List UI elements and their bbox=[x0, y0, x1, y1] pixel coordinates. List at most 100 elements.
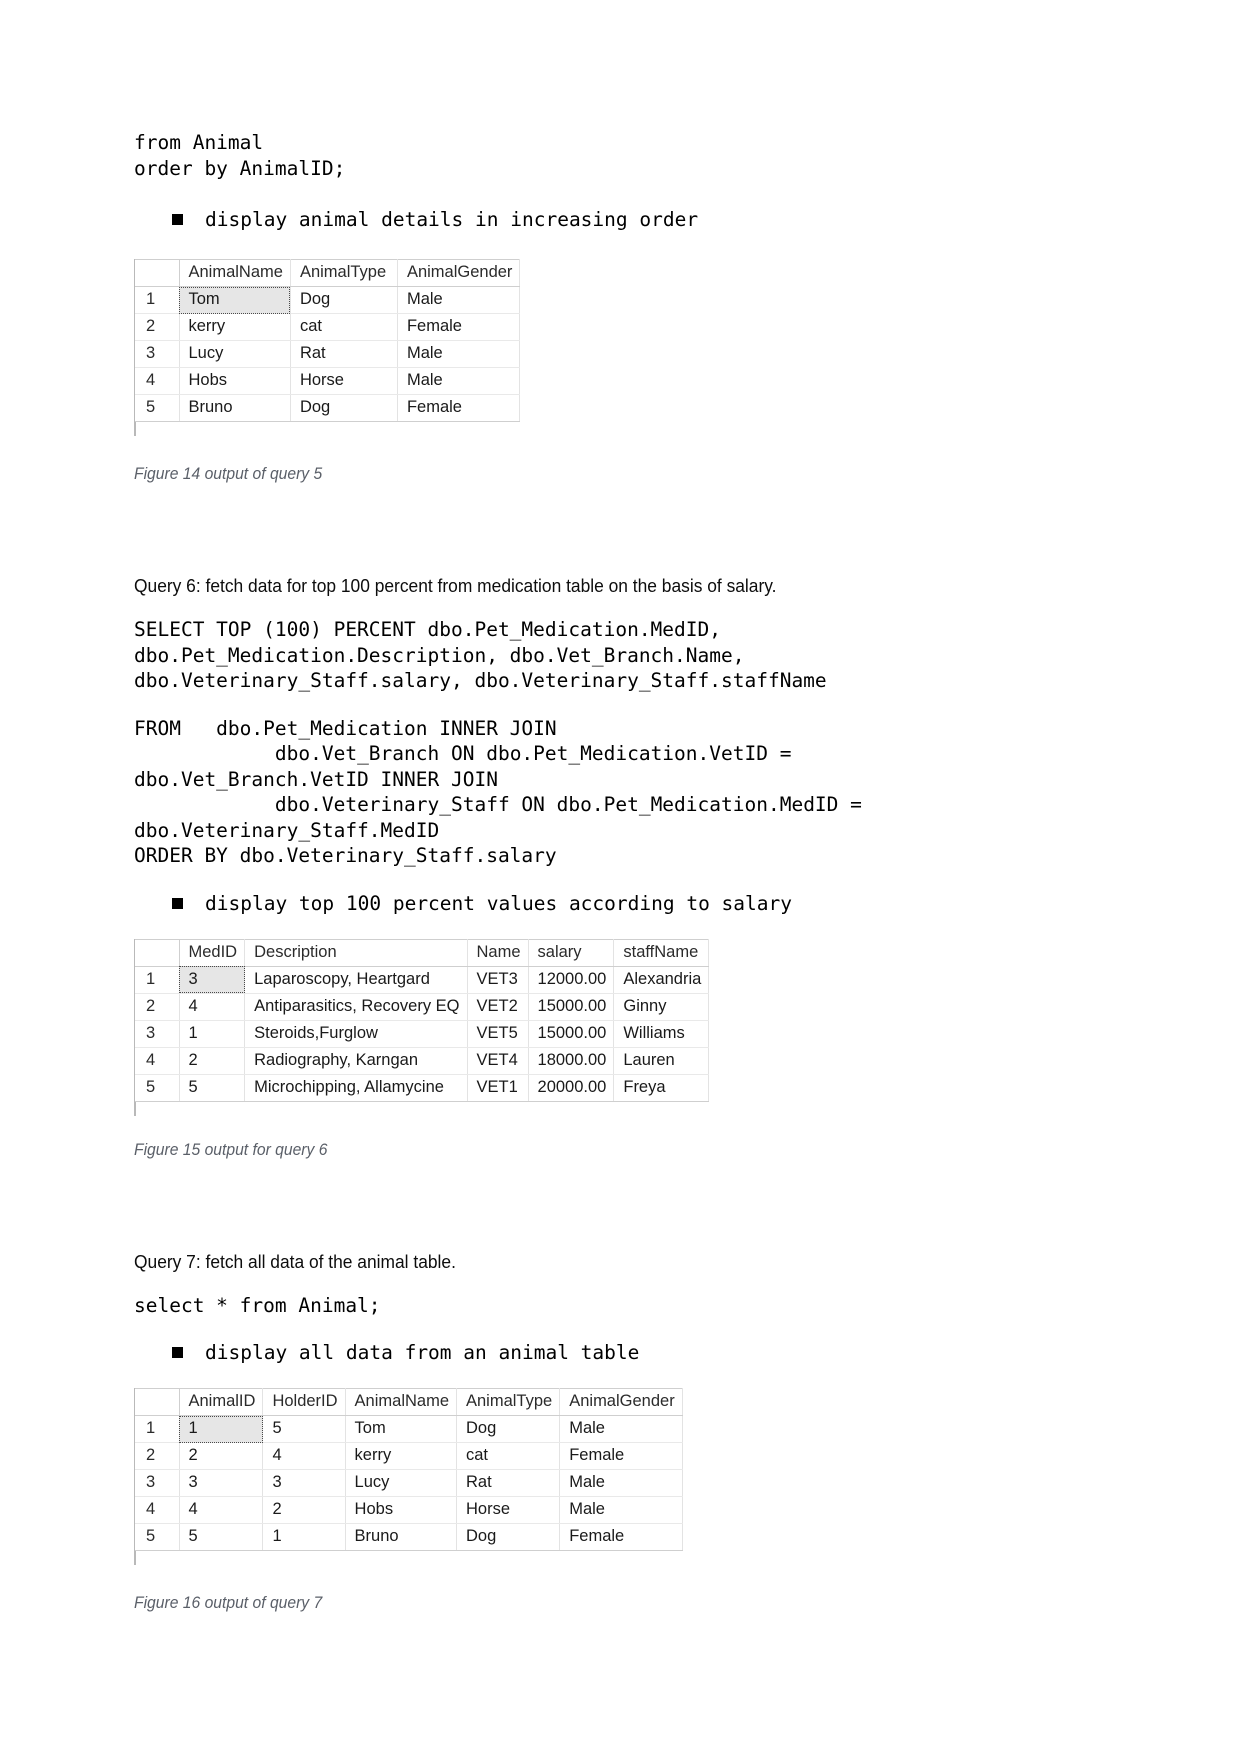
grid-cell[interactable]: Dog bbox=[290, 394, 398, 422]
grid-cell[interactable]: Male bbox=[397, 340, 521, 368]
grid-cell[interactable]: Bruno bbox=[345, 1523, 458, 1551]
grid-cell[interactable]: Rat bbox=[290, 340, 398, 368]
grid-cell[interactable]: 15000.00 bbox=[528, 1020, 615, 1048]
grid-row-number[interactable]: 1 bbox=[135, 1415, 180, 1443]
grid-column-header[interactable]: MedID bbox=[179, 938, 246, 967]
grid-cell[interactable]: 2 bbox=[262, 1496, 346, 1524]
grid-cell[interactable]: 5 bbox=[179, 1074, 246, 1102]
grid-rownum-header[interactable] bbox=[135, 938, 180, 967]
grid-cell-selected[interactable]: 3 bbox=[179, 966, 246, 994]
grid-cell[interactable]: Male bbox=[397, 367, 521, 395]
table-row[interactable]: 5 Bruno Dog Female bbox=[135, 394, 521, 422]
grid-row-number[interactable]: 3 bbox=[135, 1469, 180, 1497]
grid-cell[interactable]: 20000.00 bbox=[528, 1074, 615, 1102]
grid-cell[interactable]: Horse bbox=[456, 1496, 561, 1524]
table-row[interactable]: 1 Tom Dog Male bbox=[135, 286, 521, 314]
grid-cell[interactable]: 4 bbox=[179, 1496, 264, 1524]
grid-cell[interactable]: 4 bbox=[179, 993, 246, 1021]
grid-cell[interactable]: 5 bbox=[262, 1415, 346, 1443]
grid-cell[interactable]: Steroids,Furglow bbox=[244, 1020, 468, 1048]
grid-cell[interactable]: Dog bbox=[456, 1523, 561, 1551]
grid-cell[interactable]: kerry bbox=[179, 313, 291, 341]
grid-row-number[interactable]: 5 bbox=[135, 394, 180, 422]
table-row[interactable]: 4 4 2 Hobs Horse Male bbox=[135, 1496, 683, 1524]
table-row[interactable]: 2 kerry cat Female bbox=[135, 313, 521, 341]
grid-column-header[interactable]: AnimalGender bbox=[559, 1388, 683, 1416]
grid-cell[interactable]: Alexandria bbox=[613, 966, 710, 994]
table-row[interactable]: 3 3 3 Lucy Rat Male bbox=[135, 1469, 683, 1497]
result-grid-figure14[interactable]: AnimalName AnimalType AnimalGender 1 Tom Dog M… bbox=[135, 259, 521, 422]
grid-row-number[interactable]: 2 bbox=[135, 993, 180, 1021]
grid-cell[interactable]: kerry bbox=[345, 1442, 458, 1470]
grid-cell[interactable]: Lauren bbox=[613, 1047, 710, 1075]
grid-cell[interactable]: Male bbox=[559, 1496, 683, 1524]
grid-cell[interactable]: cat bbox=[290, 313, 398, 341]
grid-cell[interactable]: 2 bbox=[179, 1047, 246, 1075]
result-grid-figure15[interactable]: MedID Description Name salary staffName 1 3 Lap… bbox=[135, 938, 710, 1102]
grid-cell[interactable]: 3 bbox=[179, 1469, 264, 1497]
table-row[interactable]: 5 5 1 Bruno Dog Female bbox=[135, 1523, 683, 1551]
grid-cell[interactable]: VET1 bbox=[467, 1074, 529, 1102]
grid-row-number[interactable]: 2 bbox=[135, 1442, 180, 1470]
grid-cell[interactable]: cat bbox=[456, 1442, 561, 1470]
grid-cell[interactable]: 18000.00 bbox=[528, 1047, 615, 1075]
grid-cell[interactable]: Hobs bbox=[179, 367, 291, 395]
grid-cell[interactable]: 4 bbox=[262, 1442, 346, 1470]
grid-cell[interactable]: 2 bbox=[179, 1442, 264, 1470]
grid-cell[interactable]: 12000.00 bbox=[528, 966, 615, 994]
grid-cell[interactable]: VET5 bbox=[467, 1020, 529, 1048]
table-row[interactable]: 1 1 5 Tom Dog Male bbox=[135, 1415, 683, 1443]
grid-column-header[interactable]: salary bbox=[528, 938, 615, 967]
grid-row-number[interactable]: 4 bbox=[135, 367, 180, 395]
table-row[interactable]: 1 3 Laparoscopy, Heartgard VET3 12000.00 Alex… bbox=[135, 966, 710, 994]
grid-column-header[interactable]: HolderID bbox=[262, 1388, 346, 1416]
grid-cell[interactable]: Freya bbox=[613, 1074, 710, 1102]
grid-cell[interactable]: Female bbox=[397, 394, 521, 422]
grid-column-header[interactable]: AnimalType bbox=[456, 1388, 561, 1416]
grid-rownum-header[interactable] bbox=[135, 1388, 180, 1416]
grid-cell[interactable]: Radiography, Karngan bbox=[244, 1047, 468, 1075]
table-row[interactable]: 3 Lucy Rat Male bbox=[135, 340, 521, 368]
grid-cell[interactable]: 5 bbox=[179, 1523, 264, 1551]
grid-cell[interactable]: 1 bbox=[179, 1020, 246, 1048]
grid-cell[interactable]: Bruno bbox=[179, 394, 291, 422]
grid-row-number[interactable]: 4 bbox=[135, 1047, 180, 1075]
result-grid-figure16[interactable]: AnimalID HolderID AnimalName AnimalType Anim… bbox=[135, 1388, 683, 1551]
grid-cell[interactable]: Female bbox=[397, 313, 521, 341]
grid-column-header[interactable]: Name bbox=[467, 938, 529, 967]
grid-cell[interactable]: Rat bbox=[456, 1469, 561, 1497]
grid-cell-selected[interactable]: 1 bbox=[179, 1415, 264, 1443]
grid-cell[interactable]: 3 bbox=[262, 1469, 346, 1497]
table-row[interactable]: 2 4 Antiparasitics, Recovery EQ VET2 15000.0… bbox=[135, 993, 710, 1021]
grid-row-number[interactable]: 4 bbox=[135, 1496, 180, 1524]
grid-row-number[interactable]: 1 bbox=[135, 286, 180, 314]
grid-cell[interactable]: Williams bbox=[613, 1020, 710, 1048]
grid-row-number[interactable]: 1 bbox=[135, 966, 180, 994]
grid-cell[interactable]: Horse bbox=[290, 367, 398, 395]
grid-row-number[interactable]: 3 bbox=[135, 340, 180, 368]
grid-rownum-header[interactable] bbox=[135, 259, 180, 287]
grid-cell[interactable]: Tom bbox=[345, 1415, 458, 1443]
grid-row-number[interactable]: 5 bbox=[135, 1523, 180, 1551]
grid-column-header[interactable]: AnimalName bbox=[345, 1388, 458, 1416]
grid-cell[interactable]: VET3 bbox=[467, 966, 529, 994]
grid-cell[interactable]: Lucy bbox=[345, 1469, 458, 1497]
grid-row-number[interactable]: 3 bbox=[135, 1020, 180, 1048]
table-row[interactable]: 4 Hobs Horse Male bbox=[135, 367, 521, 395]
grid-cell[interactable]: 1 bbox=[262, 1523, 346, 1551]
table-row[interactable]: 4 2 Radiography, Karngan VET4 18000.00 Lauren bbox=[135, 1047, 710, 1075]
table-row[interactable]: 5 5 Microchipping, Allamycine VET1 20000.00 F… bbox=[135, 1074, 710, 1102]
grid-column-header[interactable]: AnimalName bbox=[179, 259, 291, 287]
grid-cell[interactable]: Female bbox=[559, 1523, 683, 1551]
grid-column-header[interactable]: AnimalID bbox=[179, 1388, 264, 1416]
grid-cell[interactable]: Hobs bbox=[345, 1496, 458, 1524]
grid-cell[interactable]: Ginny bbox=[613, 993, 710, 1021]
grid-cell[interactable]: Dog bbox=[290, 286, 398, 314]
grid-column-header[interactable]: AnimalGender bbox=[397, 259, 521, 287]
grid-column-header[interactable]: AnimalType bbox=[290, 259, 398, 287]
grid-cell[interactable]: Dog bbox=[456, 1415, 561, 1443]
grid-cell[interactable]: Lucy bbox=[179, 340, 291, 368]
table-row[interactable]: 3 1 Steroids,Furglow VET5 15000.00 Williams bbox=[135, 1020, 710, 1048]
grid-cell[interactable]: Antiparasitics, Recovery EQ bbox=[244, 993, 468, 1021]
grid-cell-selected[interactable]: Tom bbox=[179, 286, 291, 314]
